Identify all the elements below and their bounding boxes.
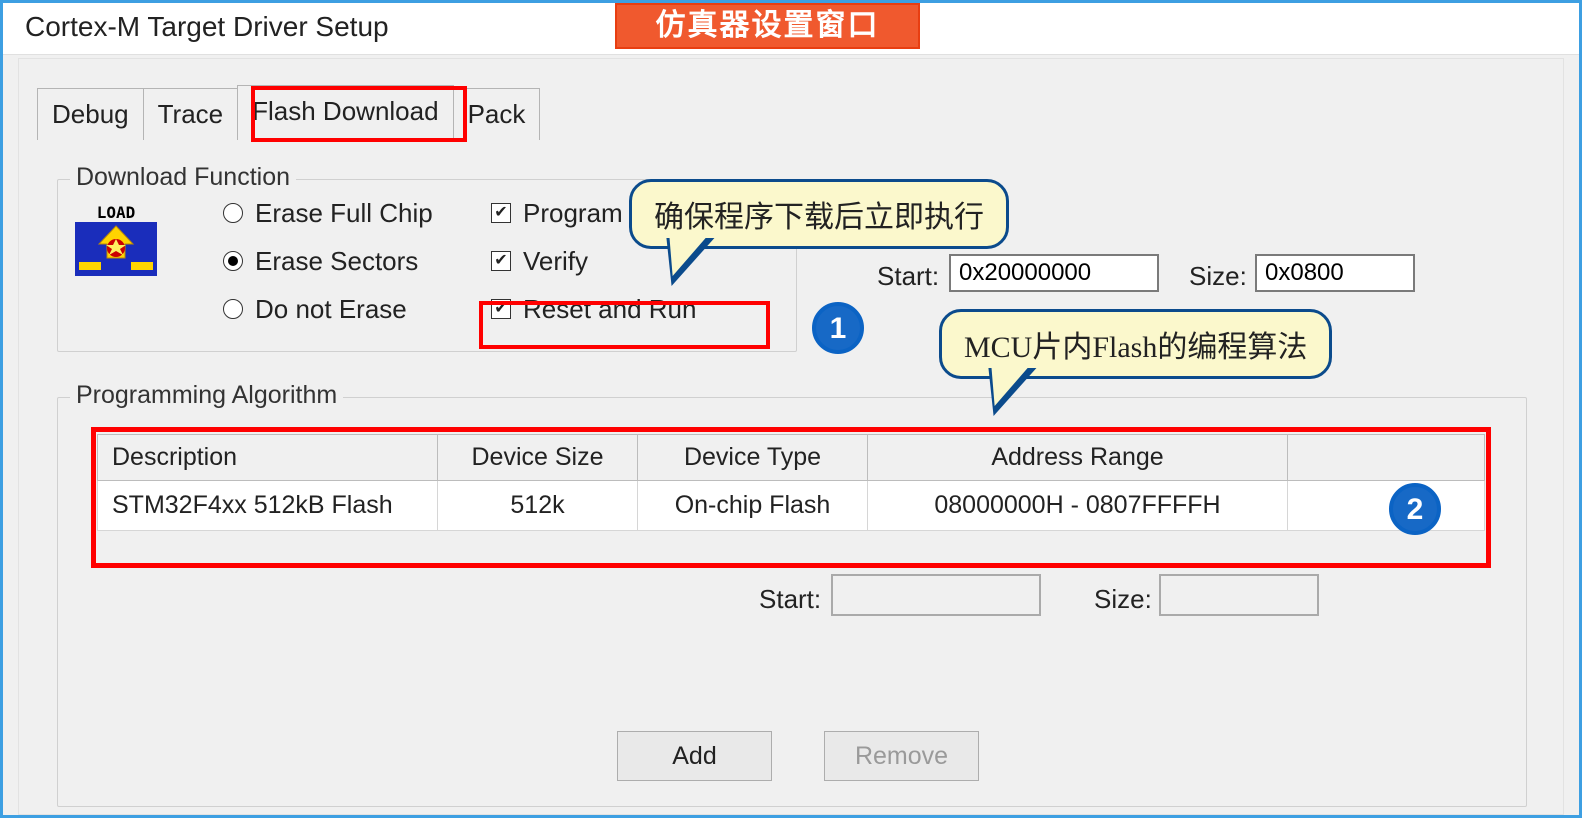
- cell-blank: [1288, 481, 1485, 531]
- tab-pack[interactable]: Pack: [453, 88, 541, 140]
- client-area: Debug Trace Flash Download Pack Download…: [18, 58, 1564, 815]
- radio-do-not-erase[interactable]: [223, 299, 243, 319]
- checkbox-verify[interactable]: [491, 251, 511, 271]
- annotation-callout-2-text: MCU片内Flash的编程算法: [964, 331, 1307, 364]
- tab-debug[interactable]: Debug: [37, 88, 144, 140]
- annotation-badge-top: 仿真器设置窗口: [615, 3, 920, 49]
- target-driver-setup-window: Cortex-M Target Driver Setup 仿真器设置窗口 Deb…: [0, 0, 1582, 818]
- checkbox-program[interactable]: [491, 203, 511, 223]
- remove-button: Remove: [824, 731, 979, 781]
- tab-trace[interactable]: Trace: [143, 88, 239, 140]
- checkbox-reset-and-run-label: Reset and Run: [523, 294, 696, 325]
- radio-erase-sectors[interactable]: [223, 251, 243, 271]
- radio-erase-full-chip-label: Erase Full Chip: [255, 198, 433, 229]
- th-device-size[interactable]: Device Size: [438, 435, 638, 481]
- alg-start-input: [831, 574, 1041, 616]
- table-row[interactable]: STM32F4xx 512kB Flash 512k On-chip Flash…: [98, 481, 1485, 531]
- cell-device-type: On-chip Flash: [638, 481, 868, 531]
- alg-size-label: Size:: [1094, 584, 1152, 615]
- checkbox-program-label: Program: [523, 198, 623, 229]
- load-icon: LOAD: [75, 204, 157, 276]
- alg-start-label: Start:: [759, 584, 821, 615]
- algorithm-table: Description Device Size Device Type Addr…: [97, 434, 1485, 531]
- window-title: Cortex-M Target Driver Setup: [25, 11, 389, 43]
- table-header-row: Description Device Size Device Type Addr…: [98, 435, 1485, 481]
- radio-do-not-erase-label: Do not Erase: [255, 294, 407, 325]
- programming-algorithm-legend: Programming Algorithm: [70, 381, 343, 410]
- ram-start-label: Start:: [877, 261, 939, 292]
- title-bar: Cortex-M Target Driver Setup 仿真器设置窗口: [3, 3, 1579, 55]
- ram-size-label: Size:: [1189, 261, 1247, 292]
- ram-size-input[interactable]: [1255, 254, 1415, 292]
- alg-size-input: [1159, 574, 1319, 616]
- th-address-range[interactable]: Address Range: [868, 435, 1288, 481]
- cell-address-range: 08000000H - 0807FFFFH: [868, 481, 1288, 531]
- svg-text:LOAD: LOAD: [97, 204, 136, 222]
- erase-radio-group: Erase Full Chip Erase Sectors Do not Era…: [223, 189, 433, 333]
- ram-start-input[interactable]: [949, 254, 1159, 292]
- download-function-legend: Download Function: [70, 163, 296, 192]
- tab-strip: Debug Trace Flash Download Pack: [37, 88, 539, 140]
- th-blank: [1288, 435, 1485, 481]
- annotation-circle-1: 1: [812, 302, 864, 354]
- tab-flash-download[interactable]: Flash Download: [237, 85, 453, 140]
- radio-erase-full-chip[interactable]: [223, 203, 243, 223]
- th-device-type[interactable]: Device Type: [638, 435, 868, 481]
- add-button[interactable]: Add: [617, 731, 772, 781]
- radio-erase-sectors-label: Erase Sectors: [255, 246, 418, 277]
- checkbox-reset-and-run[interactable]: [491, 299, 511, 319]
- annotation-callout-2: MCU片内Flash的编程算法: [939, 309, 1332, 379]
- cell-device-size: 512k: [438, 481, 638, 531]
- flash-checkbox-group: Program Verify Reset and Run: [491, 189, 696, 333]
- checkbox-verify-label: Verify: [523, 246, 588, 277]
- cell-description: STM32F4xx 512kB Flash: [98, 481, 438, 531]
- th-description[interactable]: Description: [98, 435, 438, 481]
